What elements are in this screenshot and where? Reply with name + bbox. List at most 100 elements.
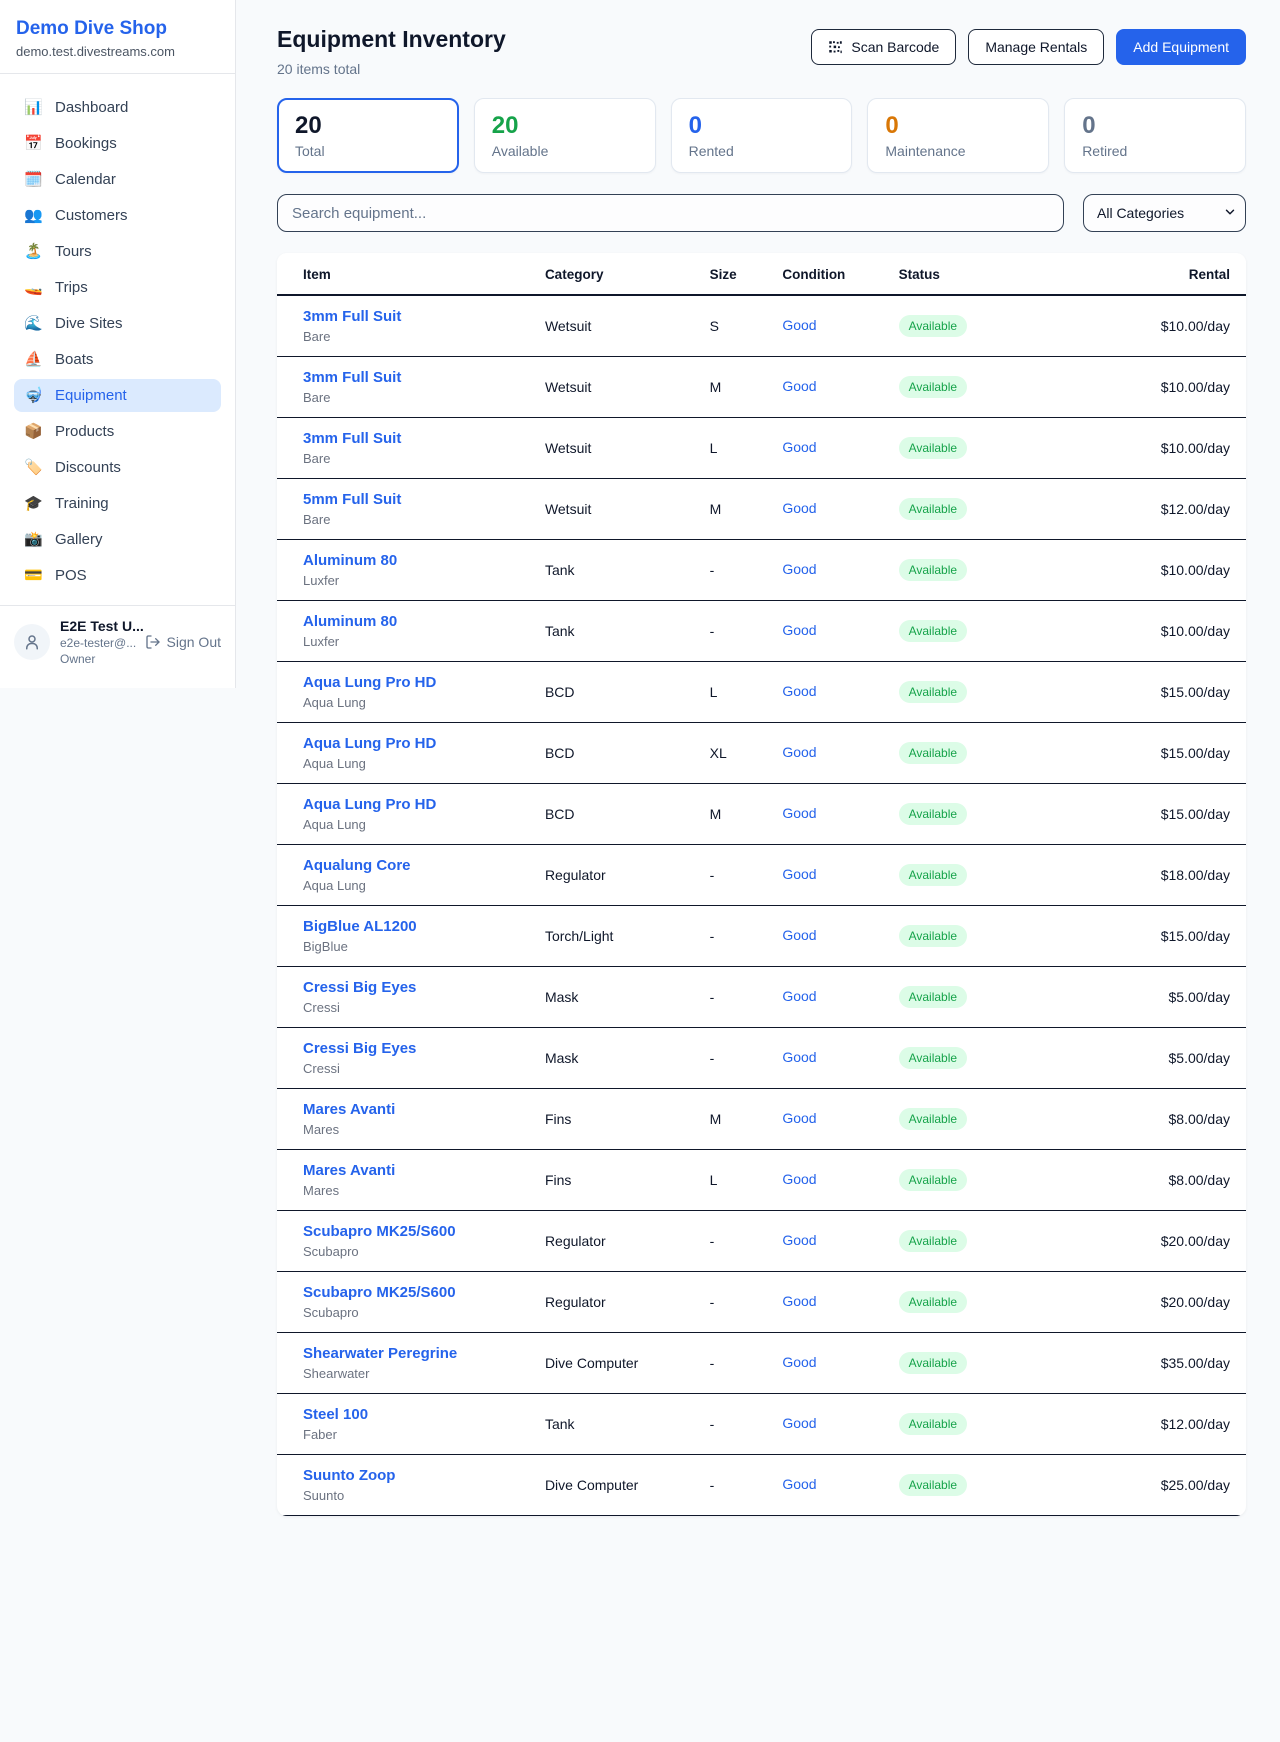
sidebar: Demo Dive Shop demo.test.divestreams.com… [0, 0, 236, 688]
item-condition-link[interactable]: Good [782, 317, 816, 333]
item-condition-link[interactable]: Good [782, 439, 816, 455]
stat-card-rented[interactable]: 0 Rented [671, 98, 853, 173]
status-badge: Available [899, 1413, 967, 1435]
sidebar-item-calendar[interactable]: 🗓️ Calendar [14, 163, 221, 196]
sidebar-item-training[interactable]: 🎓 Training [14, 487, 221, 520]
item-condition-link[interactable]: Good [782, 744, 816, 760]
label-tag-icon: 🏷️ [24, 460, 42, 475]
table-row[interactable]: 3mm Full Suit Bare Wetsuit M Good Availa… [277, 357, 1246, 418]
item-condition-link[interactable]: Good [782, 1415, 816, 1431]
category-select[interactable]: All Categories [1083, 194, 1246, 232]
status-badge: Available [899, 559, 967, 581]
table-row[interactable]: Mares Avanti Mares Fins L Good Available… [277, 1150, 1246, 1211]
item-name-link[interactable]: Aluminum 80 [303, 552, 513, 569]
table-row[interactable]: Cressi Big Eyes Cressi Mask - Good Avail… [277, 967, 1246, 1028]
sidebar-item-customers[interactable]: 👥 Customers [14, 199, 221, 232]
sidebar-item-dive-sites[interactable]: 🌊 Dive Sites [14, 307, 221, 340]
item-name-link[interactable]: Scubapro MK25/S600 [303, 1223, 513, 1240]
item-rental-rate: $15.00/day [1072, 906, 1246, 967]
item-name-link[interactable]: Aqualung Core [303, 857, 513, 874]
table-row[interactable]: Steel 100 Faber Tank - Good Available $1… [277, 1394, 1246, 1455]
table-row[interactable]: 3mm Full Suit Bare Wetsuit S Good Availa… [277, 295, 1246, 357]
item-name-link[interactable]: Aluminum 80 [303, 613, 513, 630]
items-total-count: 20 items total [277, 61, 506, 77]
item-name-link[interactable]: 3mm Full Suit [303, 308, 513, 325]
sidebar-item-boats[interactable]: ⛵ Boats [14, 343, 221, 376]
item-condition-link[interactable]: Good [782, 927, 816, 943]
item-name-link[interactable]: Shearwater Peregrine [303, 1345, 513, 1362]
status-badge: Available [899, 803, 967, 825]
item-name-link[interactable]: Mares Avanti [303, 1162, 513, 1179]
stat-card-total[interactable]: 20 Total [277, 98, 459, 173]
table-row[interactable]: Aqualung Core Aqua Lung Regulator - Good… [277, 845, 1246, 906]
search-input[interactable] [277, 194, 1064, 232]
item-name-link[interactable]: Mares Avanti [303, 1101, 513, 1118]
manage-rentals-button[interactable]: Manage Rentals [968, 29, 1104, 65]
item-name-link[interactable]: 3mm Full Suit [303, 369, 513, 386]
item-brand: Aqua Lung [303, 878, 513, 893]
item-name-link[interactable]: Aqua Lung Pro HD [303, 674, 513, 691]
item-name-link[interactable]: Steel 100 [303, 1406, 513, 1423]
table-row[interactable]: Scubapro MK25/S600 Scubapro Regulator - … [277, 1272, 1246, 1333]
item-category: Regulator [529, 1272, 694, 1333]
table-row[interactable]: Suunto Zoop Suunto Dive Computer - Good … [277, 1455, 1246, 1516]
item-name-link[interactable]: Aqua Lung Pro HD [303, 796, 513, 813]
avatar [14, 624, 50, 660]
sidebar-item-dashboard[interactable]: 📊 Dashboard [14, 91, 221, 124]
item-category: Fins [529, 1150, 694, 1211]
item-name-link[interactable]: Cressi Big Eyes [303, 979, 513, 996]
table-row[interactable]: Aluminum 80 Luxfer Tank - Good Available… [277, 540, 1246, 601]
item-condition-link[interactable]: Good [782, 378, 816, 394]
add-equipment-button[interactable]: Add Equipment [1116, 29, 1246, 65]
item-condition-link[interactable]: Good [782, 1171, 816, 1187]
item-condition-link[interactable]: Good [782, 1293, 816, 1309]
item-condition-link[interactable]: Good [782, 805, 816, 821]
item-condition-link[interactable]: Good [782, 683, 816, 699]
item-name-link[interactable]: Scubapro MK25/S600 [303, 1284, 513, 1301]
sidebar-item-trips[interactable]: 🚤 Trips [14, 271, 221, 304]
table-row[interactable]: Aqua Lung Pro HD Aqua Lung BCD L Good Av… [277, 662, 1246, 723]
table-row[interactable]: 5mm Full Suit Bare Wetsuit M Good Availa… [277, 479, 1246, 540]
stat-card-retired[interactable]: 0 Retired [1064, 98, 1246, 173]
stat-value: 0 [885, 112, 1031, 140]
item-condition-link[interactable]: Good [782, 622, 816, 638]
item-name-link[interactable]: BigBlue AL1200 [303, 918, 513, 935]
table-row[interactable]: BigBlue AL1200 BigBlue Torch/Light - Goo… [277, 906, 1246, 967]
table-row[interactable]: Aluminum 80 Luxfer Tank - Good Available… [277, 601, 1246, 662]
table-row[interactable]: Aqua Lung Pro HD Aqua Lung BCD XL Good A… [277, 723, 1246, 784]
stat-card-maintenance[interactable]: 0 Maintenance [867, 98, 1049, 173]
sign-out-button[interactable]: Sign Out [145, 634, 221, 650]
item-name-link[interactable]: Suunto Zoop [303, 1467, 513, 1484]
status-badge: Available [899, 1108, 967, 1130]
item-condition-link[interactable]: Good [782, 1476, 816, 1492]
item-condition-link[interactable]: Good [782, 1354, 816, 1370]
item-category: Torch/Light [529, 906, 694, 967]
sidebar-item-discounts[interactable]: 🏷️ Discounts [14, 451, 221, 484]
item-name-link[interactable]: 3mm Full Suit [303, 430, 513, 447]
item-condition-link[interactable]: Good [782, 1232, 816, 1248]
stat-card-available[interactable]: 20 Available [474, 98, 656, 173]
table-row[interactable]: Shearwater Peregrine Shearwater Dive Com… [277, 1333, 1246, 1394]
sidebar-item-products[interactable]: 📦 Products [14, 415, 221, 448]
item-condition-link[interactable]: Good [782, 1049, 816, 1065]
sidebar-item-tours[interactable]: 🏝️ Tours [14, 235, 221, 268]
sidebar-item-bookings[interactable]: 📅 Bookings [14, 127, 221, 160]
item-name-link[interactable]: 5mm Full Suit [303, 491, 513, 508]
sidebar-item-equipment[interactable]: 🤿 Equipment [14, 379, 221, 412]
table-row[interactable]: Cressi Big Eyes Cressi Mask - Good Avail… [277, 1028, 1246, 1089]
item-condition-link[interactable]: Good [782, 500, 816, 516]
sidebar-item-pos[interactable]: 💳 POS [14, 559, 221, 592]
table-row[interactable]: Aqua Lung Pro HD Aqua Lung BCD M Good Av… [277, 784, 1246, 845]
item-condition-link[interactable]: Good [782, 866, 816, 882]
table-row[interactable]: Scubapro MK25/S600 Scubapro Regulator - … [277, 1211, 1246, 1272]
item-condition-link[interactable]: Good [782, 988, 816, 1004]
table-row[interactable]: Mares Avanti Mares Fins M Good Available… [277, 1089, 1246, 1150]
scan-barcode-button[interactable]: Scan Barcode [811, 29, 956, 65]
shop-domain: demo.test.divestreams.com [16, 44, 219, 59]
item-condition-link[interactable]: Good [782, 1110, 816, 1126]
sidebar-item-gallery[interactable]: 📸 Gallery [14, 523, 221, 556]
item-condition-link[interactable]: Good [782, 561, 816, 577]
table-row[interactable]: 3mm Full Suit Bare Wetsuit L Good Availa… [277, 418, 1246, 479]
item-name-link[interactable]: Cressi Big Eyes [303, 1040, 513, 1057]
item-name-link[interactable]: Aqua Lung Pro HD [303, 735, 513, 752]
